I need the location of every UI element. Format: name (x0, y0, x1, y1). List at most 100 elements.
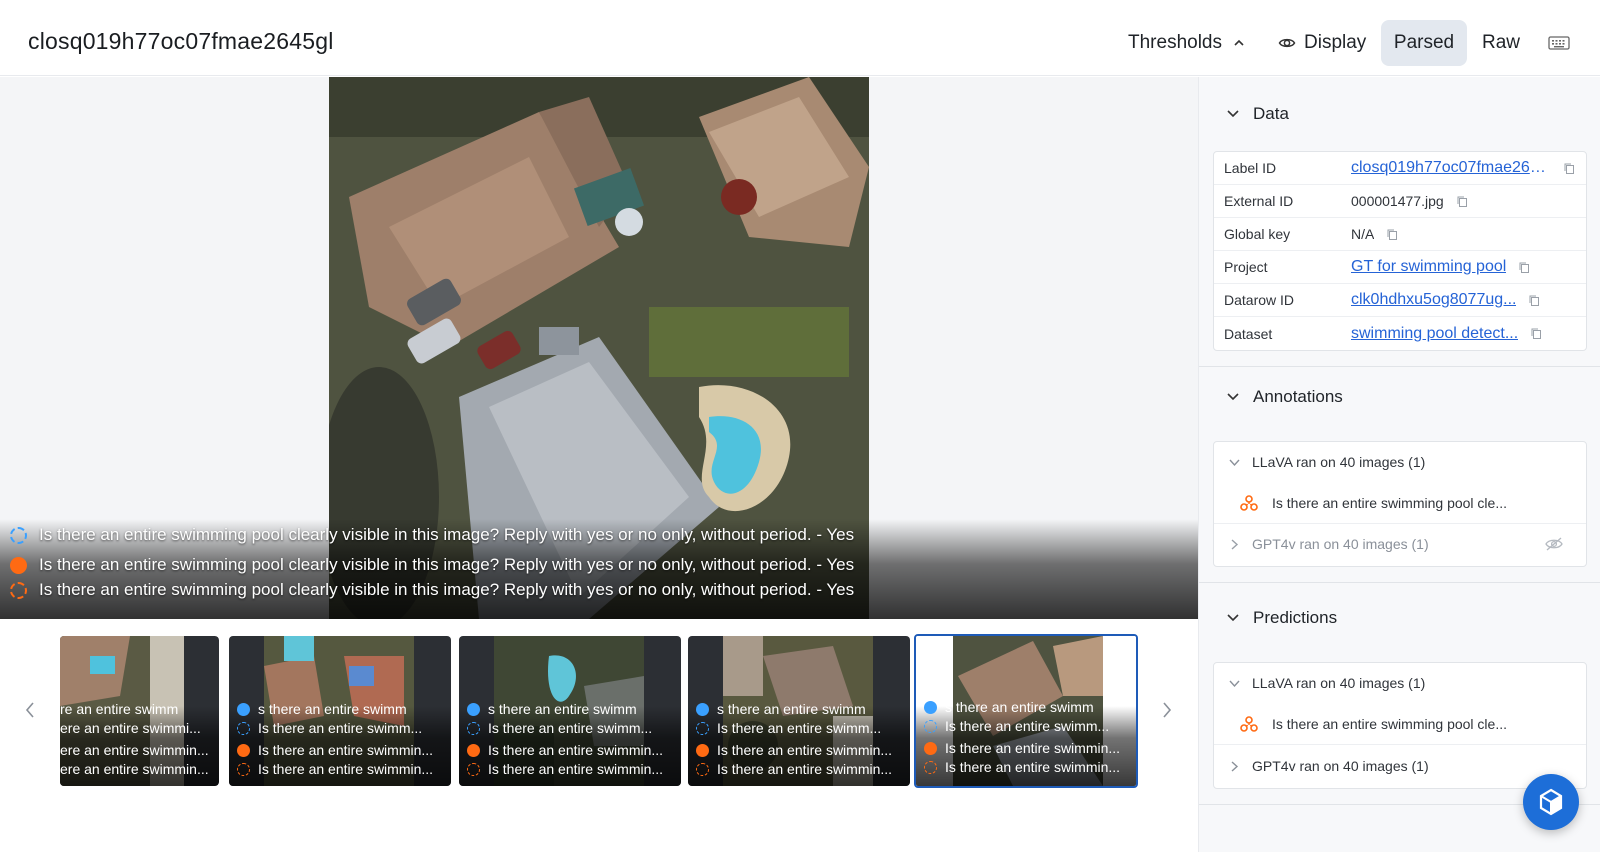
label-id-link[interactable]: closq019h77oc07fmae2645gl (1351, 159, 1551, 177)
data-key: External ID (1224, 193, 1294, 209)
carousel-next-button[interactable] (1160, 700, 1174, 726)
raw-tab[interactable]: Raw (1482, 20, 1520, 66)
prediction-group-llava[interactable]: LLaVA ran on 40 images (1) (1214, 663, 1586, 703)
copy-icon[interactable] (1456, 195, 1469, 208)
blue-dashed-dot-icon (237, 721, 250, 735)
prediction-overlay-line: Is there an entire swimming pool clearly… (10, 578, 854, 602)
annotation-item[interactable]: Is there an entire swimming pool cle... (1214, 482, 1586, 524)
chevron-down-icon (1227, 614, 1239, 622)
annotation-group-gpt4v[interactable]: GPT4v ran on 40 images (1) (1214, 524, 1586, 564)
thumb-line: s there an entire swimm (467, 700, 673, 718)
orange-dashed-dot-icon (696, 762, 709, 776)
orange-dot-icon (467, 743, 480, 757)
data-row-project: Project GT for swimming pool (1214, 251, 1586, 284)
thumbnail-1[interactable]: re an entire swimm ere an entire swimmi.… (0, 636, 219, 786)
thumb-line: ere an entire swimmin... (60, 742, 209, 758)
chevron-down-icon (1229, 459, 1240, 466)
blue-dot-icon (237, 702, 250, 716)
data-row-datarow-id: Datarow ID clk0hdhxu5og8077ug... (1214, 284, 1586, 317)
section-divider (1199, 582, 1600, 583)
thumb-line: s there an entire swimm (696, 700, 902, 718)
details-panel: Data Label ID closq019h77oc07fmae2645gl … (1198, 77, 1600, 852)
predictions-section-title: Predictions (1253, 608, 1338, 627)
image-viewer[interactable]: Is there an entire swimming pool clearly… (0, 77, 1198, 619)
keyboard-shortcuts-button[interactable] (1548, 20, 1570, 66)
chevron-down-icon (1227, 110, 1239, 118)
blue-dot-icon (696, 702, 709, 716)
data-row-global-key: Global key N/A (1214, 218, 1586, 251)
top-bar: closq019h77oc07fmae2645gl Thresholds Dis… (0, 0, 1600, 76)
thumbnail-3[interactable]: s there an entire swimm Is there an enti… (459, 636, 681, 786)
section-divider (1199, 366, 1600, 367)
copy-icon[interactable] (1386, 228, 1399, 241)
chevron-right-icon (1231, 538, 1239, 550)
thumb-line: Is there an entire swimmin... (924, 739, 1130, 757)
annotations-card: LLaVA ran on 40 images (1) Is there an e… (1213, 441, 1587, 567)
thumbnail-5-selected[interactable]: s there an entire swimm Is there an enti… (914, 634, 1138, 788)
thumb-line: Is there an entire swimmin... (237, 760, 443, 778)
blue-dashed-dot-icon (924, 719, 937, 733)
annotations-section-title: Annotations (1253, 387, 1343, 406)
blue-dashed-dot-icon (467, 721, 480, 735)
annotation-group-llava[interactable]: LLaVA ran on 40 images (1) (1214, 442, 1586, 482)
project-link[interactable]: GT for swimming pool (1351, 258, 1506, 276)
classification-icon (1240, 715, 1258, 732)
orange-dashed-dot-icon (924, 760, 937, 774)
display-label: Display (1304, 32, 1367, 53)
help-launcher-button[interactable] (1523, 774, 1579, 830)
data-card: Label ID closq019h77oc07fmae2645gl Exter… (1213, 151, 1587, 351)
thumb-line: ere an entire swimmin... (60, 761, 209, 777)
chevron-right-icon (1163, 702, 1172, 718)
data-row-dataset: Dataset swimming pool detect... (1214, 317, 1586, 350)
overlay-text: Is there an entire swimming pool clearly… (39, 525, 855, 544)
raw-label: Raw (1482, 32, 1521, 53)
data-section-header[interactable]: Data (1225, 101, 1289, 127)
thumbnail-carousel: re an entire swimm ere an entire swimmi.… (0, 620, 1198, 852)
display-button[interactable]: Display (1278, 20, 1366, 66)
classification-icon (1240, 494, 1258, 511)
thumb-line: ere an entire swimmi... (60, 720, 201, 736)
orange-dot-icon (237, 743, 250, 757)
group-label: GPT4v ran on 40 images (1) (1252, 536, 1429, 552)
thumb-line: s there an entire swimm (924, 698, 1130, 716)
thumb-line: Is there an entire swimm... (467, 719, 673, 737)
parsed-tab[interactable]: Parsed (1381, 20, 1467, 66)
prediction-solid-dot-icon (10, 556, 27, 574)
blue-dashed-dot-icon (696, 721, 709, 735)
annotations-section-header[interactable]: Annotations (1225, 384, 1343, 410)
thumbnail-2[interactable]: s there an entire swimm Is there an enti… (229, 636, 451, 786)
prediction-overlay-line: Is there an entire swimming pool clearly… (10, 553, 854, 577)
thumb-line: re an entire swimm (60, 701, 179, 717)
data-row-label-id: Label ID closq019h77oc07fmae2645gl (1214, 152, 1586, 185)
datarow-id-link[interactable]: clk0hdhxu5og8077ug... (1351, 291, 1516, 309)
annotation-overlay-line: Is there an entire swimming pool clearly… (10, 523, 854, 547)
dataset-link[interactable]: swimming pool detect... (1351, 325, 1518, 343)
data-key: Global key (1224, 226, 1291, 242)
blue-dot-icon (924, 700, 937, 714)
data-key: Label ID (1224, 160, 1277, 176)
overlay-text: Is there an entire swimming pool clearly… (39, 580, 855, 599)
thumb-line: Is there an entire swimmin... (696, 741, 902, 759)
thumbnail-4[interactable]: s there an entire swimm Is there an enti… (688, 636, 910, 786)
predictions-section-header[interactable]: Predictions (1225, 605, 1337, 631)
parsed-label: Parsed (1393, 32, 1455, 53)
thumb-line: Is there an entire swimmin... (237, 741, 443, 759)
prediction-item[interactable]: Is there an entire swimming pool cle... (1214, 703, 1586, 745)
eye-off-icon[interactable] (1544, 536, 1564, 552)
copy-icon[interactable] (1563, 162, 1576, 175)
chevron-up-icon (1234, 39, 1244, 46)
chevron-right-icon (1231, 760, 1239, 772)
prediction-group-gpt4v[interactable]: GPT4v ran on 40 images (1) (1214, 746, 1586, 786)
copy-icon[interactable] (1530, 327, 1543, 340)
chevron-down-icon (1227, 393, 1239, 401)
keyboard-icon (1548, 36, 1570, 50)
blue-dot-icon (467, 702, 480, 716)
thresholds-button[interactable]: Thresholds (1128, 20, 1246, 66)
copy-icon[interactable] (1518, 261, 1531, 274)
eye-icon (1278, 38, 1296, 48)
prediction-text: Is there an entire swimming pool cle... (1272, 715, 1507, 732)
thumb-line: Is there an entire swimm... (696, 719, 902, 737)
copy-icon[interactable] (1528, 294, 1541, 307)
data-key: Dataset (1224, 325, 1273, 342)
page-title: closq019h77oc07fmae2645gl (28, 28, 334, 54)
